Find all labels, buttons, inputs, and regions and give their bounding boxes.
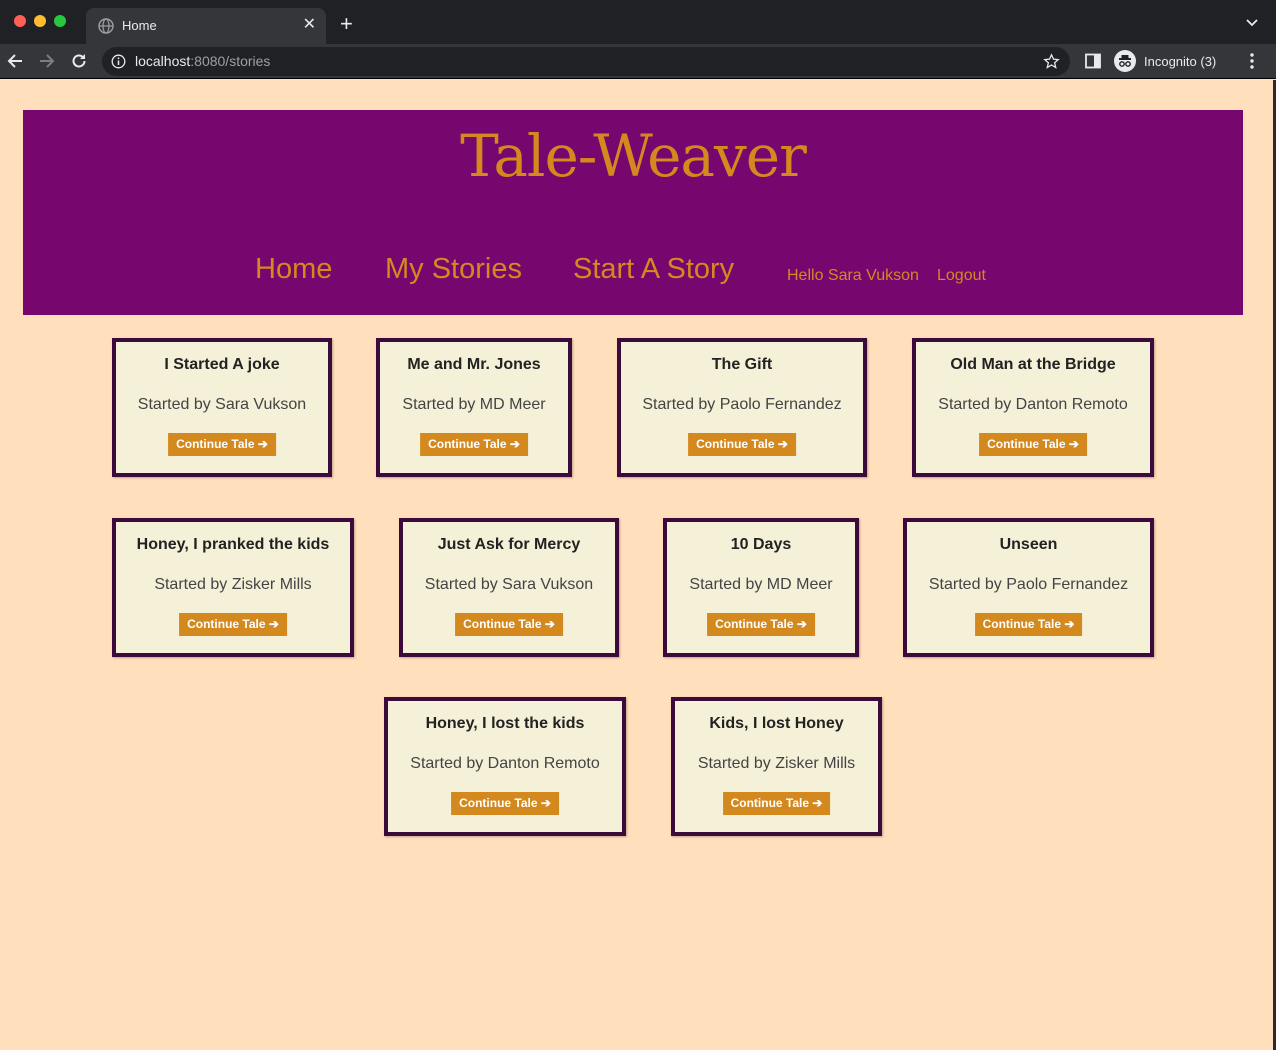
url-path: :8080/stories [190, 53, 271, 69]
story-title: Me and Mr. Jones [407, 356, 541, 373]
story-title: Kids, I lost Honey [709, 715, 844, 732]
more-menu-icon[interactable] [1244, 52, 1260, 70]
close-tab-icon[interactable]: ✕ [303, 16, 316, 34]
continue-tale-button[interactable]: Continue Tale ➔ [707, 613, 815, 636]
site-header: Tale-Weaver Home My Stories Start A Stor… [23, 110, 1243, 315]
story-author: Started by Danton Remoto [938, 396, 1128, 413]
story-card: Just Ask for Mercy Started by Sara Vukso… [399, 518, 619, 657]
story-author: Started by Zisker Mills [697, 755, 856, 772]
story-author: Started by Paolo Fernandez [642, 396, 842, 413]
forward-arrow-icon[interactable] [38, 52, 56, 70]
continue-tale-button[interactable]: Continue Tale ➔ [168, 433, 276, 456]
story-author: Started by Paolo Fernandez [928, 576, 1129, 593]
site-info-icon[interactable] [111, 54, 126, 69]
story-card: The Gift Started by Paolo Fernandez Cont… [617, 338, 867, 477]
tab-title: Home [122, 18, 157, 33]
nav-start-story-link[interactable]: Start A Story [573, 253, 734, 286]
story-title: I Started A joke [164, 356, 280, 373]
browser-tab-bar: Home ✕ + [0, 0, 1276, 44]
continue-tale-button[interactable]: Continue Tale ➔ [179, 613, 287, 636]
story-author: Started by Zisker Mills [154, 576, 312, 593]
continue-tale-button[interactable]: Continue Tale ➔ [974, 613, 1083, 636]
bookmark-star-icon[interactable] [1043, 53, 1060, 70]
story-author: Started by MD Meer [402, 396, 546, 413]
reload-icon[interactable] [70, 52, 88, 70]
continue-tale-button[interactable]: Continue Tale ➔ [455, 613, 563, 636]
story-card: Honey, I pranked the kids Started by Zis… [112, 518, 354, 657]
story-title: Unseen [999, 536, 1058, 553]
story-title: 10 Days [730, 536, 792, 553]
maximize-window-button[interactable] [54, 15, 66, 27]
back-arrow-icon[interactable] [6, 52, 24, 70]
browser-tab-active[interactable]: Home ✕ [86, 8, 326, 44]
url-text: localhost:8080/stories [135, 53, 270, 69]
url-host: localhost [135, 53, 191, 69]
incognito-icon [1114, 50, 1136, 72]
story-title: Honey, I lost the kids [425, 715, 585, 732]
story-card: Me and Mr. Jones Started by MD Meer Cont… [376, 338, 572, 477]
story-card: Unseen Started by Paolo Fernandez Contin… [903, 518, 1154, 657]
close-window-button[interactable] [14, 15, 26, 27]
nav-my-stories-link[interactable]: My Stories [385, 253, 522, 286]
user-greeting: Hello Sara Vukson [787, 267, 919, 284]
nav-home-link[interactable]: Home [255, 253, 332, 286]
story-title: Honey, I pranked the kids [136, 536, 330, 553]
story-author: Started by Sara Vukson [424, 576, 594, 593]
new-tab-icon[interactable]: + [340, 12, 353, 36]
address-bar[interactable]: localhost:8080/stories [102, 47, 1070, 76]
continue-tale-button[interactable]: Continue Tale ➔ [722, 792, 831, 815]
browser-toolbar: localhost:8080/stories Incognito (3) [0, 44, 1276, 79]
continue-tale-button[interactable]: Continue Tale ➔ [688, 433, 796, 456]
story-author: Started by MD Meer [689, 576, 833, 593]
site-logo[interactable]: Tale-Weaver [23, 122, 1243, 190]
story-title: Just Ask for Mercy [437, 536, 581, 553]
story-title: The Gift [711, 356, 773, 373]
minimize-window-button[interactable] [34, 15, 46, 27]
continue-tale-button[interactable]: Continue Tale ➔ [420, 433, 528, 456]
incognito-indicator[interactable]: Incognito (3) [1114, 50, 1216, 72]
globe-icon [98, 18, 114, 34]
logout-link[interactable]: Logout [937, 267, 986, 285]
story-card: Kids, I lost Honey Started by Zisker Mil… [671, 697, 882, 836]
side-panel-icon[interactable] [1085, 53, 1101, 69]
continue-tale-button[interactable]: Continue Tale ➔ [979, 433, 1087, 456]
story-card: Honey, I lost the kids Started by Danton… [384, 697, 626, 836]
continue-tale-button[interactable]: Continue Tale ➔ [451, 792, 559, 815]
chevron-down-icon[interactable] [1244, 14, 1260, 30]
story-author: Started by Danton Remoto [410, 755, 600, 772]
story-author: Started by Sara Vukson [137, 396, 307, 413]
story-card: I Started A joke Started by Sara Vukson … [112, 338, 332, 477]
incognito-label: Incognito (3) [1144, 53, 1217, 69]
story-card: Old Man at the Bridge Started by Danton … [912, 338, 1154, 477]
story-card: 10 Days Started by MD Meer Continue Tale… [663, 518, 859, 657]
story-title: Old Man at the Bridge [950, 356, 1116, 373]
